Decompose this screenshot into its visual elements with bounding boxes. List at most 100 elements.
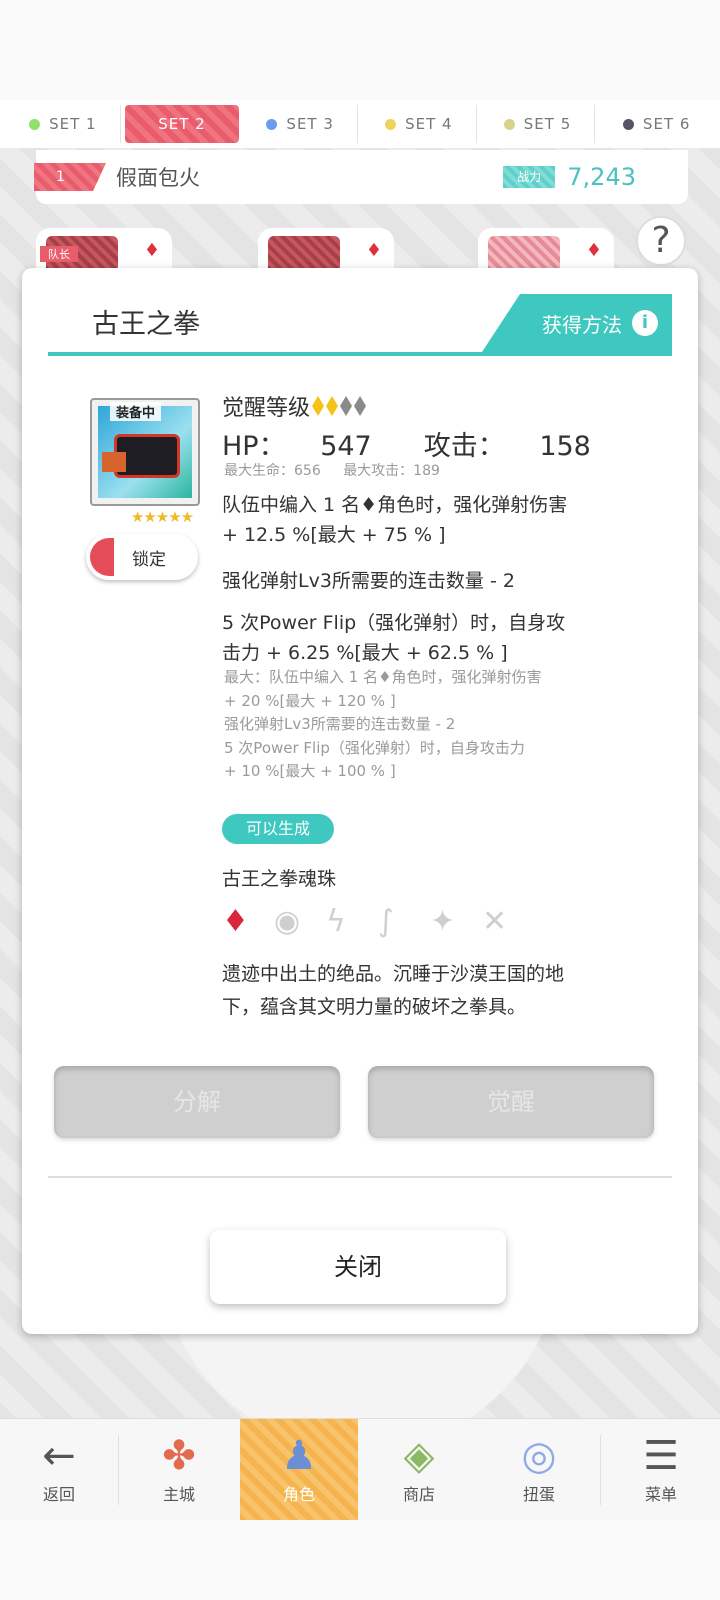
nav-menu[interactable]: ☰ 菜单 [602,1419,720,1521]
note-line: + 20 %[最大 + 120 % ] [224,691,396,710]
max-hp: 最大生命：656 [224,463,321,479]
nav-back[interactable]: ← 返回 [0,1419,118,1521]
fire-element-icon: ♦ [143,240,160,261]
wind-element-icon: ∫ [378,904,394,939]
nav-label: 商店 [402,1485,435,1504]
effect-3: 5 次Power Flip（强化弹射）时，自身攻 击力 + 6.25 %[最大 … [222,608,642,668]
atk-value: 158 [539,431,591,462]
gacha-icon: ◎ [521,1433,557,1479]
fist-detail [102,452,126,472]
fire-element-icon: ♦ [222,904,249,939]
nav-label: 主城 [162,1485,195,1504]
max-stats-row: 最大生命：656 最大攻击：189 [224,460,458,480]
menu-icon: ☰ [643,1433,679,1479]
nav-label: 返回 [42,1485,75,1504]
title-divider [48,352,672,356]
character-icon: ♟ [281,1433,317,1479]
set-dot-icon [266,118,278,130]
tab-set-4[interactable]: SET 4 [362,105,477,143]
tab-label: SET 6 [642,115,691,133]
tab-label: SET 1 [49,115,97,133]
awaken-gem-filled-icon [326,396,339,416]
stats-row: HP： 547 攻击： 158 [222,424,617,463]
lock-knob [90,538,114,576]
set-dot-icon [503,118,515,130]
system-navigation-area [0,1520,720,1600]
tab-set-3[interactable]: SET 3 [243,105,358,143]
tab-set-6[interactable]: SET 6 [599,105,714,143]
team-name: 假面包火 [116,166,200,190]
effect-line: 击力 + 6.25 %[最大 + 62.5 % ] [222,642,508,664]
effect-line: 队伍中编入 1 名♦角色时，强化弹射伤害 [222,494,568,516]
fire-element-icon: ♦ [585,240,602,261]
nav-label: 扭蛋 [522,1485,555,1504]
lock-label: 锁定 [132,549,166,570]
item-description: 遗迹中出土的绝品。沉睡于沙漠王国的地 下，蕴含其文明力量的破坏之拳具。 [222,958,652,1024]
bottom-navigation: ← 返回 ✤ 主城 ♟ 角色 ◈ 商店 ◎ 扭蛋 ☰ 菜单 [0,1418,720,1521]
hp-label: HP： [222,431,286,462]
awaken-gem-empty-icon [340,396,353,416]
note-line: 强化弹射Lv3所需要的连击数量 - 2 [224,715,456,733]
craftable-badge: 可以生成 [222,814,334,844]
effect-1: 队伍中编入 1 名♦角色时，强化弹射伤害 + 12.5 %[最大 + 75 % … [222,490,642,550]
equipment-detail-modal: 古王之拳 获得方法 i 装备中 ★★★★★ 锁定 觉醒等级 HP： 547 攻击：… [22,268,698,1334]
status-bar-area [0,0,720,100]
awaken-gem-filled-icon [312,396,325,416]
thunder-element-icon: ϟ [326,904,346,939]
nav-separator [600,1435,601,1505]
back-arrow-icon: ← [42,1433,76,1479]
team-number: 1 [34,163,106,191]
nav-label: 菜单 [644,1485,677,1504]
set-dot-icon [29,118,41,130]
desc-line: 遗迹中出土的绝品。沉睡于沙漠王国的地 [222,963,565,985]
awaken-button[interactable]: 觉醒 [368,1066,654,1138]
tab-label: SET 3 [286,115,334,133]
nav-shop[interactable]: ◈ 商店 [360,1419,478,1521]
tab-label: SET 5 [523,115,572,133]
lock-toggle[interactable]: 锁定 [86,534,198,580]
nav-gacha[interactable]: ◎ 扭蛋 [480,1419,598,1521]
dark-element-icon: ✕ [482,904,508,939]
team-header[interactable]: 1 假面包火 战力 7,243 [34,150,688,204]
effect-line: 5 次Power Flip（强化弹射）时，自身攻 [222,612,566,634]
dismantle-button[interactable]: 分解 [54,1066,340,1138]
awaken-gem-empty-icon [354,396,367,416]
soul-orb-name: 古王之拳魂珠 [222,868,337,890]
set-dot-icon [385,118,397,130]
acquire-method-button[interactable]: 获得方法 i [482,294,672,352]
note-line: 最大：队伍中编入 1 名♦角色时，强化弹射伤害 [224,668,542,686]
tab-set-5[interactable]: SET 5 [481,105,596,143]
max-effect-note: 最大：队伍中编入 1 名♦角色时，强化弹射伤害 + 20 %[最大 + 120 … [224,666,644,784]
acquire-label: 获得方法 [542,312,622,337]
close-button[interactable]: 关闭 [210,1230,506,1304]
desc-line: 下，蕴含其文明力量的破坏之拳具。 [222,996,527,1018]
effect-line: + 12.5 %[最大 + 75 % ] [222,524,446,546]
leader-badge: 队长 [40,246,78,262]
town-icon: ✤ [162,1433,196,1479]
atk-label: 攻击： [423,431,505,462]
effect-2: 强化弹射Lv3所需要的连击数量 - 2 [222,570,515,592]
hp-value: 547 [320,431,372,462]
help-icon[interactable]: ? [636,216,686,266]
power-value: 7,243 [567,163,636,191]
note-line: + 10 %[最大 + 100 % ] [224,762,396,780]
nav-label: 角色 [282,1485,315,1504]
awaken-label: 觉醒等级 [222,396,311,421]
max-atk: 最大攻击：189 [343,463,440,479]
tab-label: SET 2 [158,115,206,133]
info-icon: i [632,310,658,336]
awaken-level: 觉醒等级 [222,390,367,422]
nav-separator [118,1435,119,1505]
tab-set-1[interactable]: SET 1 [6,105,121,143]
set-dot-icon [622,118,634,130]
equipment-icon: 装备中 [90,398,200,506]
nav-town[interactable]: ✤ 主城 [120,1419,238,1521]
modal-divider [48,1176,672,1178]
star-rating: ★★★★★ [130,508,194,526]
power-badge: 战力 [503,166,556,188]
light-element-icon: ✦ [430,904,456,939]
water-element-icon: ◉ [274,904,301,939]
fire-element-icon: ♦ [365,240,382,261]
tab-set-2[interactable]: SET 2 [124,105,240,143]
nav-character[interactable]: ♟ 角色 [240,1419,358,1521]
